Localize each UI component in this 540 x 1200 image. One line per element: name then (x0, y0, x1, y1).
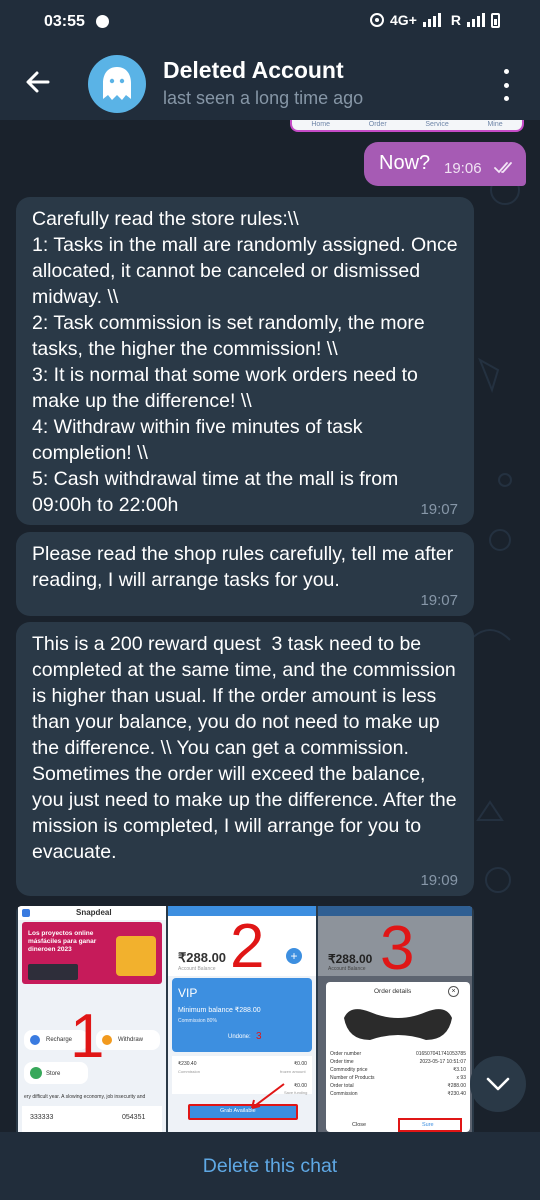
row-value: ₹230.40 (447, 1091, 466, 1097)
withdraw-label: Withdraw (118, 1037, 144, 1043)
message-time: 19:06 (444, 160, 482, 177)
row-value: 2023-05-17 10:51:07 (419, 1059, 466, 1065)
chat-title[interactable]: Deleted Account (163, 57, 344, 84)
last-seen-status: last seen a long time ago (163, 88, 364, 108)
commission-label: Commission (178, 1069, 201, 1074)
row-label: Commodity price (330, 1067, 368, 1073)
news-ticker: ery difficult year. A slowing economy, j… (24, 1094, 146, 1100)
prev-tab-home: Home (311, 120, 331, 128)
close-button: Close (352, 1122, 367, 1128)
promo-banner-text: Los proyectos online másfáciles para gan… (28, 930, 97, 953)
undone-count: 3 (256, 1031, 262, 1042)
red-arrow-annotation (251, 1083, 285, 1109)
battery-icon (491, 12, 500, 28)
message-text: This is a 200 reward quest 3 task need t… (32, 633, 463, 863)
frozen-label: frozen amount (280, 1069, 306, 1074)
incoming-message[interactable]: Carefully read the store rules:\\ 1: Tas… (16, 197, 474, 525)
minimum-balance: Minimum balance ₹288.00 (178, 1007, 261, 1014)
order-row: Order number 016507041741053785 (330, 1050, 466, 1058)
incoming-message[interactable]: Please read the shop rules carefully, te… (16, 532, 474, 616)
order-row: Commodity price ₹3.10 (330, 1066, 466, 1074)
app-icon (22, 909, 30, 917)
outgoing-message[interactable]: Now? 19:06 (364, 142, 526, 186)
add-icon: + (286, 948, 302, 964)
order-row: Number of Products x 93 (330, 1074, 466, 1082)
close-icon: × (448, 986, 459, 997)
ghost-icon (103, 67, 131, 100)
order-row: Commission ₹230.40 (330, 1090, 466, 1098)
screenshot-snapdeal-home: Snapdeal Los proyectos online másfáciles… (18, 906, 166, 1132)
row-label: Order total (330, 1083, 354, 1089)
message-text: Now? (379, 152, 431, 174)
balance-label: Account Balance (178, 966, 216, 972)
status-bar: 03:55 4G+ R (0, 0, 540, 44)
annotation-number-1: 1 (70, 1002, 105, 1071)
screenshot-order-details: ₹288.00 Account Balance Order details × … (318, 906, 472, 1132)
store-label: Store (46, 1071, 61, 1077)
account-balance: ₹288.00 (328, 952, 373, 966)
message-notification-icon (96, 15, 109, 28)
row-label: Number of Products (330, 1075, 375, 1081)
status-time: 03:55 (44, 13, 85, 30)
signal-icon (422, 13, 441, 27)
chevron-down-icon (486, 1077, 510, 1091)
delete-chat-button[interactable]: Delete this chat (203, 1155, 337, 1178)
frozen-value: ₹0.00 (294, 1061, 307, 1067)
recharge-icon (30, 1035, 40, 1045)
message-time: 19:07 (420, 501, 458, 518)
save-funding-label: Save funding (284, 1090, 308, 1095)
incoming-message[interactable]: This is a 200 reward quest 3 task need t… (16, 622, 474, 896)
scroll-to-bottom-button[interactable] (470, 1056, 526, 1112)
roaming-indicator: R (450, 12, 461, 28)
order-rows: Order number 016507041741053785 Order tim… (330, 1050, 466, 1098)
prev-tab-order: Order (368, 120, 387, 128)
order-details-title: Order details (374, 988, 412, 995)
more-options-icon[interactable] (500, 69, 512, 101)
row-label: Order number (330, 1051, 362, 1057)
row-label: Order time (330, 1059, 354, 1065)
status-icons: 4G+ R (370, 12, 500, 28)
save-funding-value: ₹0.00 (294, 1083, 307, 1089)
chat-header: Deleted Account last seen a long time ag… (0, 44, 540, 120)
undone-label: Undone: (228, 1034, 251, 1040)
hotspot-icon (370, 13, 385, 27)
order-row: Order time 2023-05-17 10:51:07 (330, 1058, 466, 1066)
row-value: ₹288.00 (447, 1083, 466, 1089)
image-message[interactable]: Snapdeal Los proyectos online másfáciles… (16, 906, 474, 1132)
prev-tab-service: Service (425, 120, 449, 128)
row-value: x 93 (456, 1075, 466, 1081)
avatar[interactable] (88, 55, 146, 113)
network-type: 4G+ (390, 12, 417, 28)
signal-icon-2 (467, 13, 485, 27)
submit-button: Sure (422, 1122, 434, 1128)
message-text: Carefully read the store rules:\\ 1: Tas… (32, 208, 458, 516)
message-time: 19:07 (420, 592, 458, 609)
recharge-label: Recharge (46, 1037, 73, 1043)
prev-tab-mine: Mine (487, 120, 503, 128)
row-value: ₹3.10 (453, 1067, 466, 1073)
app-name: Snapdeal (76, 908, 112, 917)
stat-right: 054351 (122, 1114, 146, 1121)
previous-image-tail[interactable]: Home Order Service Mine (290, 120, 524, 132)
message-list[interactable]: Home Order Service Mine Now? 19:06 Caref… (0, 120, 540, 1132)
annotation-number-3: 3 (380, 914, 415, 983)
message-text: Please read the shop rules carefully, te… (32, 543, 459, 591)
screenshot-task-grab: ₹288.00 Account Balance + VIP Minimum ba… (168, 906, 316, 1132)
read-checkmarks-icon (494, 162, 512, 174)
vip-label: VIP (178, 986, 198, 1000)
bottom-action-bar: Delete this chat (0, 1132, 540, 1200)
back-arrow-icon[interactable] (22, 66, 54, 98)
product-image (344, 1009, 452, 1040)
row-label: Commission (330, 1091, 358, 1097)
annotation-number-2: 2 (230, 912, 265, 981)
message-time: 19:09 (420, 872, 458, 889)
balance-label: Account Balance (328, 966, 366, 972)
store-icon (30, 1067, 42, 1079)
commission-value: ₹230.40 (178, 1061, 197, 1067)
account-balance: ₹288.00 (178, 950, 227, 965)
commission-percent: Commission 80% (178, 1018, 217, 1024)
order-row: Order total ₹288.00 (330, 1082, 466, 1090)
stat-left: 333333 (30, 1114, 54, 1121)
row-value: 016507041741053785 (415, 1051, 466, 1057)
